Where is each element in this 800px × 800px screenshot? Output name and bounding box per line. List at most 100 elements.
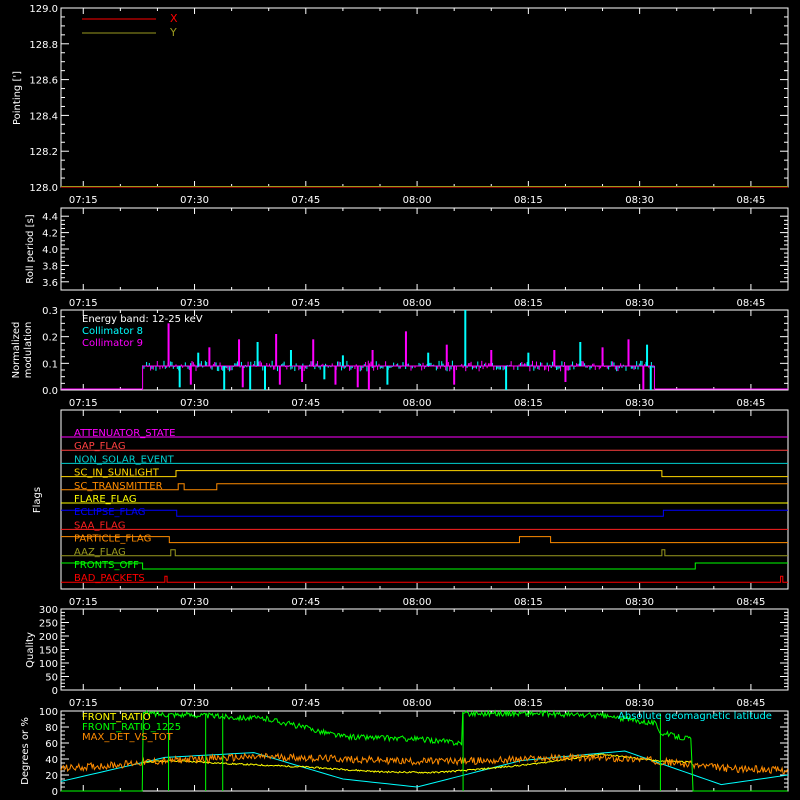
x-tick-label: 08:15 xyxy=(514,195,543,206)
flag-trace xyxy=(61,536,788,544)
chart-canvas: 128.0 128.2 128.4 128.6 128.8 129.0 07:15 07:3… xyxy=(11,4,789,798)
flag-particle-flag: PARTICLE_FLAG xyxy=(61,534,788,545)
y-tick-label: 128.4 xyxy=(29,111,58,122)
flag-label: GAP_FLAG xyxy=(74,441,126,452)
panel-quality-frame xyxy=(60,608,789,691)
y-tick-label: 80 xyxy=(45,723,58,734)
flag-fronts-off: FRONTS_OFF xyxy=(61,560,788,571)
panel-quality: 0 50 100 150 200 250 300 07:15 07:30 07:45 08:00 0… xyxy=(25,605,789,709)
panel-quality-ylabel: Quality xyxy=(25,632,36,668)
flag-label: AAZ_FLAG xyxy=(74,547,126,558)
legend-max-det-vs-tot: MAX_DET_VS_TOT xyxy=(82,732,174,743)
x-tick-label: 07:30 xyxy=(180,398,209,409)
panel-pointing: 128.0 128.2 128.4 128.6 128.8 129.0 07:15 07:3… xyxy=(12,4,789,206)
x-tick-label: 08:00 xyxy=(403,298,432,309)
x-tick-label: 07:30 xyxy=(180,597,209,608)
panel-roll-ylabel: Roll period [s] xyxy=(25,214,36,283)
y-tick-label: 129.0 xyxy=(29,4,58,15)
x-tick-label: 07:45 xyxy=(291,398,320,409)
x-tick-label: 08:45 xyxy=(736,398,765,409)
panel-degrees-ylabel: Degrees or % xyxy=(20,717,31,785)
x-tick-label: 07:15 xyxy=(69,597,98,608)
y-tick-label: 0.0 xyxy=(42,386,58,397)
legend-x-label: X xyxy=(170,12,178,25)
y-tick-label: 4.2 xyxy=(42,229,58,240)
flag-label: ECLIPSE_FLAG xyxy=(74,507,145,518)
y-tick-label: 0 xyxy=(52,686,58,697)
flag-flare-flag: FLARE_FLAG xyxy=(61,494,788,505)
panel-pointing-ylabel: Pointing ['] xyxy=(12,71,23,125)
y-tick-label: 4.0 xyxy=(42,245,58,256)
flag-label: FLARE_FLAG xyxy=(74,494,137,505)
legend-collimator-9: Collimator 9 xyxy=(82,338,143,349)
legend-pointing: X Y xyxy=(82,12,178,39)
x-tick-label: 08:15 xyxy=(514,597,543,608)
flag-label: PARTICLE_FLAG xyxy=(74,534,151,545)
panel-modulation-ylabel: Normalizedmodulation xyxy=(11,322,34,379)
y-tick-label: 100 xyxy=(39,659,58,670)
y-tick-label: 50 xyxy=(45,673,58,684)
x-tick-label: 07:45 xyxy=(291,698,320,709)
flag-label: FRONTS_OFF xyxy=(74,560,139,571)
x-tick-label: 08:30 xyxy=(625,597,654,608)
flag-trace xyxy=(61,483,788,491)
series-max-det-vs-tot-line xyxy=(60,752,789,774)
y-tick-label: 128.0 xyxy=(29,183,58,194)
y-tick-label: 0.3 xyxy=(42,306,58,317)
y-tick-label: 0.2 xyxy=(42,333,58,344)
flag-saa-flag: SAA_FLAG xyxy=(61,520,788,531)
x-tick-label: 07:45 xyxy=(291,298,320,309)
flag-label: SC_TRANSMITTER xyxy=(74,481,163,492)
x-tick-label: 08:45 xyxy=(736,298,765,309)
x-tick-label: 07:30 xyxy=(180,698,209,709)
flag-trace xyxy=(61,509,788,517)
y-tick-label: 200 xyxy=(39,632,58,643)
y-tick-label: 0.1 xyxy=(42,359,58,370)
y-tick-label: 150 xyxy=(39,646,58,657)
y-tick-label: 250 xyxy=(39,619,58,630)
x-tick-label: 07:45 xyxy=(291,195,320,206)
flag-gap-flag: GAP_FLAG xyxy=(61,441,788,452)
x-tick-label: 08:30 xyxy=(625,698,654,709)
panel-roll-frame xyxy=(60,207,789,291)
y-tick-label: 4.4 xyxy=(42,212,58,223)
y-tick-label: 128.6 xyxy=(29,76,58,87)
x-tick-label: 07:15 xyxy=(69,698,98,709)
x-tick-label: 08:15 xyxy=(514,398,543,409)
x-tick-label: 07:15 xyxy=(69,398,98,409)
y-tick-label: 128.2 xyxy=(29,147,58,158)
x-tick-label: 08:15 xyxy=(514,698,543,709)
y-tick-label: 0 xyxy=(52,787,58,798)
flag-label: NON_SOLAR_EVENT xyxy=(74,454,175,465)
flag-trace xyxy=(61,562,788,570)
y-tick-label: 128.8 xyxy=(29,40,58,51)
x-tick-label: 08:45 xyxy=(736,597,765,608)
flag-attenuator-state: ATTENUATOR_STATE xyxy=(61,428,788,439)
x-tick-label: 08:00 xyxy=(403,195,432,206)
flag-bad-packets: BAD_PACKETS xyxy=(61,573,788,584)
flag-label: ATTENUATOR_STATE xyxy=(74,428,175,439)
flag-sc-transmitter: SC_TRANSMITTER xyxy=(61,481,788,492)
y-tick-label: 20 xyxy=(45,771,58,782)
x-tick-label: 08:30 xyxy=(625,398,654,409)
x-tick-label: 08:00 xyxy=(403,398,432,409)
x-tick-label: 08:45 xyxy=(736,195,765,206)
panel-degrees: 020406080100 Degrees or % FRONT_RATIO FR… xyxy=(20,707,789,798)
y-tick-label: 60 xyxy=(45,739,58,750)
y-tick-label: 3.8 xyxy=(42,261,58,272)
y-tick-label: 100 xyxy=(39,707,58,718)
x-tick-label: 07:15 xyxy=(69,195,98,206)
x-tick-label: 08:00 xyxy=(403,597,432,608)
y-tick-label: 40 xyxy=(45,755,58,766)
panel-roll-period: 3.6 3.8 4.0 4.2 4.4 07:15 07:30 07:45 08:00 08:1… xyxy=(25,207,789,309)
y-tick-label: 300 xyxy=(39,605,58,616)
flag-eclipse-flag: ECLIPSE_FLAG xyxy=(61,507,788,518)
x-tick-label: 08:30 xyxy=(625,298,654,309)
legend-y-label: Y xyxy=(169,26,177,39)
x-tick-label: 07:30 xyxy=(180,195,209,206)
panel-flags-ylabel: Flags xyxy=(32,487,43,513)
legend-collimator-8: Collimator 8 xyxy=(82,326,143,337)
panel-modulation: 0.0 0.1 0.2 0.3 07:15 07:30 07:45 08:00 08:15 08… xyxy=(11,306,789,409)
energy-band-label: Energy band: 12-25 keV xyxy=(82,314,203,325)
x-tick-label: 08:30 xyxy=(625,195,654,206)
